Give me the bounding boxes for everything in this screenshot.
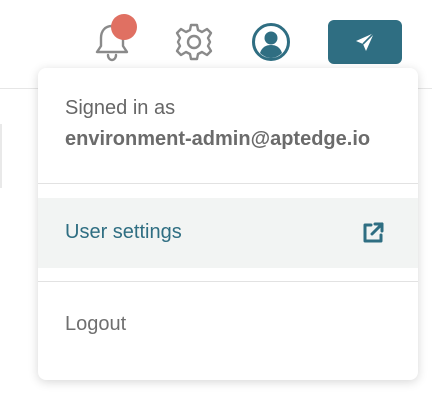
logout-label: Logout [65,313,127,335]
external-link-icon [363,222,384,243]
user-circle-icon [252,23,290,61]
menu-divider [38,281,418,282]
account-button[interactable] [249,20,293,64]
gear-icon [175,23,213,61]
logout-menu-item[interactable]: Logout [38,292,418,356]
send-button[interactable] [328,20,402,64]
user-settings-menu-item[interactable]: User settings [38,198,418,268]
account-dropdown-menu: Signed in as environment-admin@aptedge.i… [38,68,418,380]
user-settings-label: User settings [65,221,182,243]
notification-badge [111,14,137,40]
page-content-edge [0,124,2,188]
signed-in-label: Signed in as [65,97,176,119]
settings-button[interactable] [172,20,216,64]
paper-plane-icon [356,32,375,51]
signed-in-email: environment-admin@aptedge.io [65,128,371,150]
menu-divider [38,183,418,184]
